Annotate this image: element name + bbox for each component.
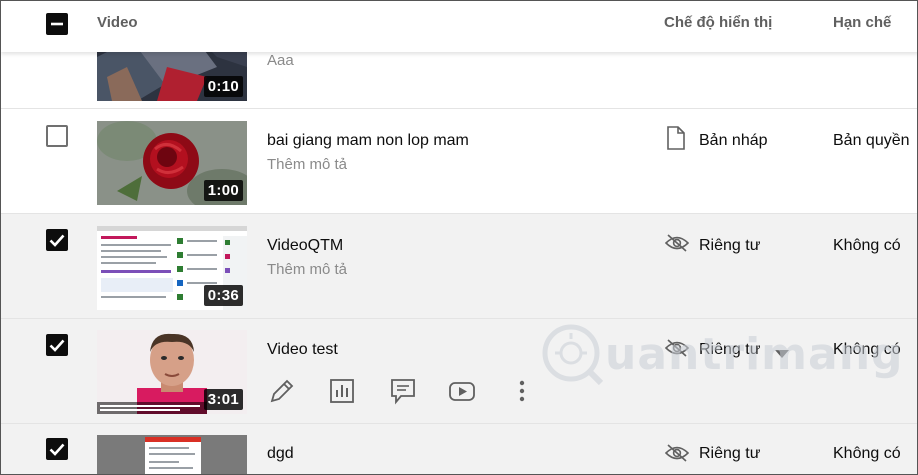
- video-duration: 0:36: [203, 285, 243, 306]
- youtube-icon[interactable]: [448, 377, 476, 405]
- eye-off-icon: [664, 234, 690, 257]
- video-description[interactable]: Thêm mô tả: [267, 261, 347, 278]
- video-thumbnail[interactable]: 3:01: [97, 330, 247, 414]
- table-row[interactable]: dgd Riêng tư Không có: [1, 424, 917, 474]
- video-thumbnail[interactable]: 1:00: [97, 121, 247, 205]
- analytics-icon[interactable]: [328, 377, 356, 405]
- video-title[interactable]: dgd: [267, 445, 294, 463]
- row-checkbox[interactable]: [46, 334, 68, 356]
- watermark: uantrimang: [541, 319, 903, 389]
- video-list-panel: 0:10 Aaa 1:00 bai giang mam non lop mam …: [0, 0, 918, 475]
- column-header-restrictions[interactable]: Hạn chế: [833, 14, 891, 31]
- draft-document-icon: [665, 126, 687, 155]
- watermark-logo-icon: [542, 324, 604, 386]
- row-checkbox[interactable]: [46, 438, 68, 460]
- video-description[interactable]: Thêm mô tả: [267, 156, 347, 173]
- video-thumbnail[interactable]: [97, 435, 247, 474]
- edit-icon[interactable]: [268, 377, 296, 405]
- comments-icon[interactable]: [389, 377, 417, 405]
- restriction-label[interactable]: Bản quyền: [833, 132, 910, 150]
- table-row[interactable]: 1:00 bai giang mam non lop mam Thêm mô t…: [1, 109, 917, 214]
- visibility-label[interactable]: Riêng tư: [699, 445, 760, 463]
- select-all-checkbox[interactable]: [46, 13, 68, 35]
- table-row[interactable]: 0:36 VideoQTM Thêm mô tả Riêng tư Không …: [1, 214, 917, 319]
- video-title[interactable]: bai giang mam non lop mam: [267, 132, 469, 150]
- video-description[interactable]: Aaa: [267, 52, 294, 69]
- column-header-video[interactable]: Video: [97, 14, 138, 31]
- more-options-icon[interactable]: [508, 377, 536, 405]
- video-duration: 1:00: [203, 180, 243, 201]
- video-title[interactable]: VideoQTM: [267, 237, 343, 255]
- visibility-label[interactable]: Bản nháp: [699, 132, 768, 150]
- row-checkbox[interactable]: [46, 229, 68, 251]
- row-checkbox[interactable]: [46, 125, 68, 147]
- video-title[interactable]: Video test: [267, 341, 338, 359]
- video-duration: 0:10: [203, 76, 243, 97]
- restriction-label[interactable]: Không có: [833, 237, 901, 255]
- video-thumbnail[interactable]: 0:36: [97, 226, 247, 310]
- restriction-label[interactable]: Không có: [833, 445, 901, 463]
- table-header: Video Chế độ hiển thị Hạn chế: [1, 1, 917, 52]
- column-header-visibility[interactable]: Chế độ hiển thị: [664, 14, 772, 31]
- video-duration: 3:01: [203, 389, 243, 410]
- watermark-text: uantrimang: [605, 329, 904, 380]
- visibility-label[interactable]: Riêng tư: [699, 237, 760, 255]
- thumbnail-image: [97, 435, 247, 474]
- eye-off-icon: [664, 444, 690, 467]
